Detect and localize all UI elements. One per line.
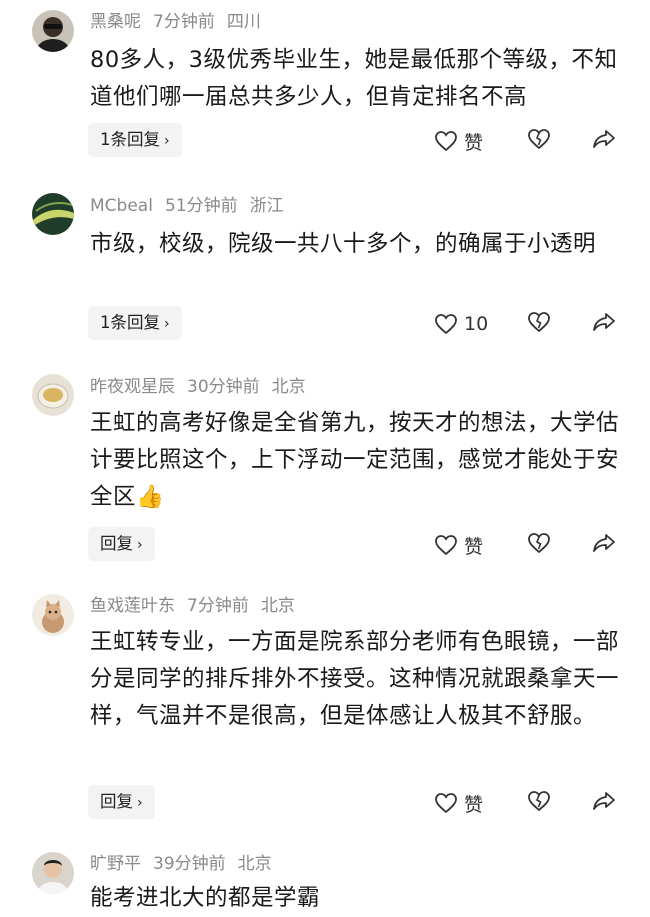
thumbs-up-emoji: 👍 (136, 484, 165, 510)
username[interactable]: 鱼戏莲叶东 (90, 596, 175, 616)
reply-button[interactable]: 1条回复 › (88, 306, 182, 340)
chevron-right-icon: › (137, 795, 143, 811)
chevron-right-icon: › (137, 537, 143, 553)
reply-button[interactable]: 回复 › (88, 527, 155, 561)
comment-meta: 鱼戏莲叶东 7分钟前 北京 (90, 588, 307, 624)
avatar[interactable] (32, 10, 74, 52)
like-count: 10 (464, 313, 489, 335)
broken-heart-icon (527, 531, 551, 555)
chevron-right-icon: › (164, 316, 170, 332)
share-icon (592, 532, 616, 554)
chevron-right-icon: › (164, 133, 170, 149)
username[interactable]: MCbeal (90, 196, 153, 216)
comment-location: 北京 (260, 596, 295, 616)
share-button[interactable] (592, 128, 616, 150)
reply-button[interactable]: 回复 › (88, 785, 155, 819)
heart-icon (434, 534, 458, 556)
comment-location: 北京 (271, 377, 306, 397)
dislike-button[interactable] (527, 310, 551, 334)
comment-meta: MCbeal 51分钟前 浙江 (90, 188, 296, 224)
dislike-button[interactable] (527, 789, 551, 813)
comment-body: 王虹的高考好像是全省第九，按天才的想法，大学估计要比照这个，上下浮动一定范围，感… (90, 410, 620, 510)
share-icon (592, 311, 616, 333)
share-icon (592, 790, 616, 812)
comment-text: 80多人，3级优秀毕业生，她是最低那个等级，不知道他们哪一届总共多少人，但肯定排… (90, 47, 618, 110)
heart-icon (434, 130, 458, 152)
comment-time: 30分钟前 (187, 377, 260, 397)
share-button[interactable] (592, 790, 616, 812)
comment-text: 王虹转专业，一方面是院系部分老师有色眼镜，一部分是同学的排斥排外不接受。这种情况… (90, 629, 620, 729)
avatar[interactable] (32, 852, 74, 894)
dislike-button[interactable] (527, 531, 551, 555)
share-button[interactable] (592, 311, 616, 333)
heart-icon (434, 792, 458, 814)
comment-text: 市级，校级，院级一共八十多个，的确属于小透明 (90, 231, 597, 257)
comment-time: 7分钟前 (153, 12, 215, 32)
username[interactable]: 昨夜观星辰 (90, 377, 175, 397)
comment-actions: 回复 › 赞 (0, 785, 650, 821)
broken-heart-icon (527, 789, 551, 813)
comment-actions: 1条回复 › 赞 (0, 123, 650, 159)
comment-time: 7分钟前 (187, 596, 249, 616)
broken-heart-icon (527, 127, 551, 151)
comment-meta: 昨夜观星辰 30分钟前 北京 (90, 369, 318, 405)
comment-location: 北京 (237, 854, 272, 874)
comment-actions: 回复 › 赞 (0, 527, 650, 563)
avatar[interactable] (32, 374, 74, 416)
reply-label: 1条回复 (100, 130, 160, 149)
comment-actions: 1条回复 › 10 (0, 306, 650, 342)
comment-location: 浙江 (249, 196, 284, 216)
broken-heart-icon (527, 310, 551, 334)
like-count: 赞 (464, 535, 484, 558)
comment-meta: 旷野平 39分钟前 北京 (90, 846, 284, 882)
reply-label: 回复 (100, 792, 133, 811)
reply-button[interactable]: 1条回复 › (88, 123, 182, 157)
like-button[interactable]: 赞 (434, 789, 483, 817)
comment-text: 王虹的高考好像是全省第九，按天才的想法，大学估计要比照这个，上下浮动一定范围，感… (90, 405, 620, 516)
like-button[interactable]: 赞 (434, 531, 483, 559)
comment-meta: 黑桑呢 7分钟前 四川 (90, 4, 273, 40)
dislike-button[interactable] (527, 127, 551, 151)
comment-time: 39分钟前 (153, 854, 226, 874)
share-icon (592, 128, 616, 150)
avatar[interactable] (32, 193, 74, 235)
share-button[interactable] (592, 532, 616, 554)
reply-label: 回复 (100, 534, 133, 553)
like-button[interactable]: 10 (434, 310, 488, 338)
reply-label: 1条回复 (100, 313, 160, 332)
heart-icon (434, 313, 458, 335)
username[interactable]: 黑桑呢 (90, 12, 141, 32)
username[interactable]: 旷野平 (90, 854, 141, 874)
like-count: 赞 (464, 793, 484, 816)
avatar[interactable] (32, 594, 74, 636)
like-count: 赞 (464, 131, 484, 154)
comment-time: 51分钟前 (164, 196, 238, 216)
like-button[interactable]: 赞 (434, 127, 483, 155)
comment-location: 四川 (226, 12, 261, 32)
